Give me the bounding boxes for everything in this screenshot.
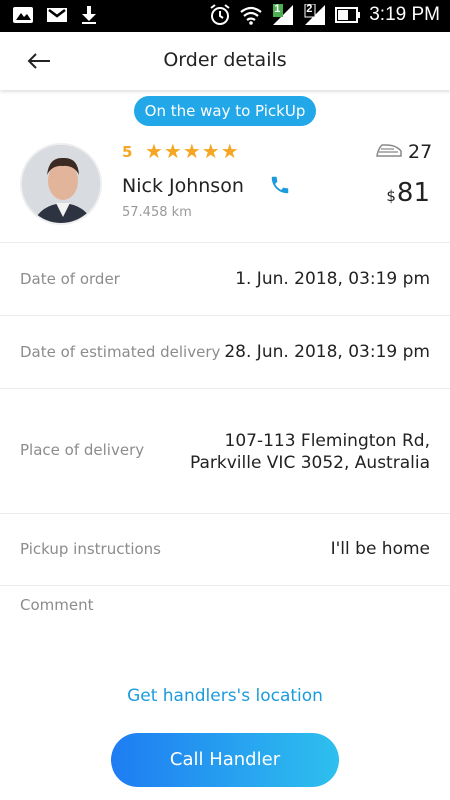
get-location-link[interactable]: Get handlers's location [0, 686, 450, 706]
order-status-badge: On the way to PickUp [134, 96, 316, 126]
handler-name: Nick Johnson [122, 175, 244, 197]
rating-stars: ★★★★★ [145, 139, 240, 163]
call-icon-button[interactable] [269, 174, 291, 196]
estimated-delivery-value: 28. Jun. 2018, 03:19 pm [224, 342, 430, 362]
handler-distance: 57.458 km [122, 205, 192, 220]
alarm-icon [210, 4, 230, 25]
signal-2-indicator: 2 [303, 3, 327, 26]
pickup-instructions-value: I'll be home [330, 539, 430, 559]
date-of-order-value: 1. Jun. 2018, 03:19 pm [235, 269, 430, 289]
order-price: $81 [386, 178, 430, 208]
place-of-delivery-line1: 107-113 Flemington Rd, [224, 431, 431, 451]
divider [0, 242, 450, 243]
price-currency: $ [386, 187, 396, 205]
signal-1-indicator: 1 [271, 3, 295, 26]
signal-1-badge: 1 [274, 3, 281, 15]
wifi-icon [240, 6, 262, 25]
pickup-instructions-label: Pickup instructions [20, 540, 161, 558]
call-handler-button[interactable]: Call Handler [111, 733, 339, 787]
divider [0, 585, 450, 586]
status-bar: 1 2 3:19 PM [0, 0, 450, 32]
phone-icon [271, 176, 289, 194]
comment-label: Comment [20, 596, 94, 614]
battery-icon [335, 7, 361, 23]
price-amount: 81 [396, 178, 430, 208]
rating-value: 5 [122, 143, 133, 161]
download-icon [82, 6, 96, 24]
iron-icon [376, 144, 402, 157]
signal-2-badge: 2 [306, 3, 313, 15]
item-count: 27 [408, 141, 433, 163]
page-title: Order details [163, 49, 287, 71]
handler-avatar [20, 143, 102, 225]
place-of-delivery-label: Place of delivery [20, 441, 145, 459]
date-of-order-label: Date of order [20, 270, 120, 288]
clock: 3:19 PM [369, 4, 440, 25]
gallery-icon [13, 7, 33, 23]
app-header: Order details [0, 32, 450, 90]
gmail-icon [47, 8, 67, 22]
divider [0, 315, 450, 316]
divider [0, 388, 450, 389]
estimated-delivery-label: Date of estimated delivery [20, 343, 221, 361]
place-of-delivery-line2: Parkville VIC 3052, Australia [189, 453, 430, 473]
avatar-image [22, 145, 100, 223]
divider [0, 513, 450, 514]
